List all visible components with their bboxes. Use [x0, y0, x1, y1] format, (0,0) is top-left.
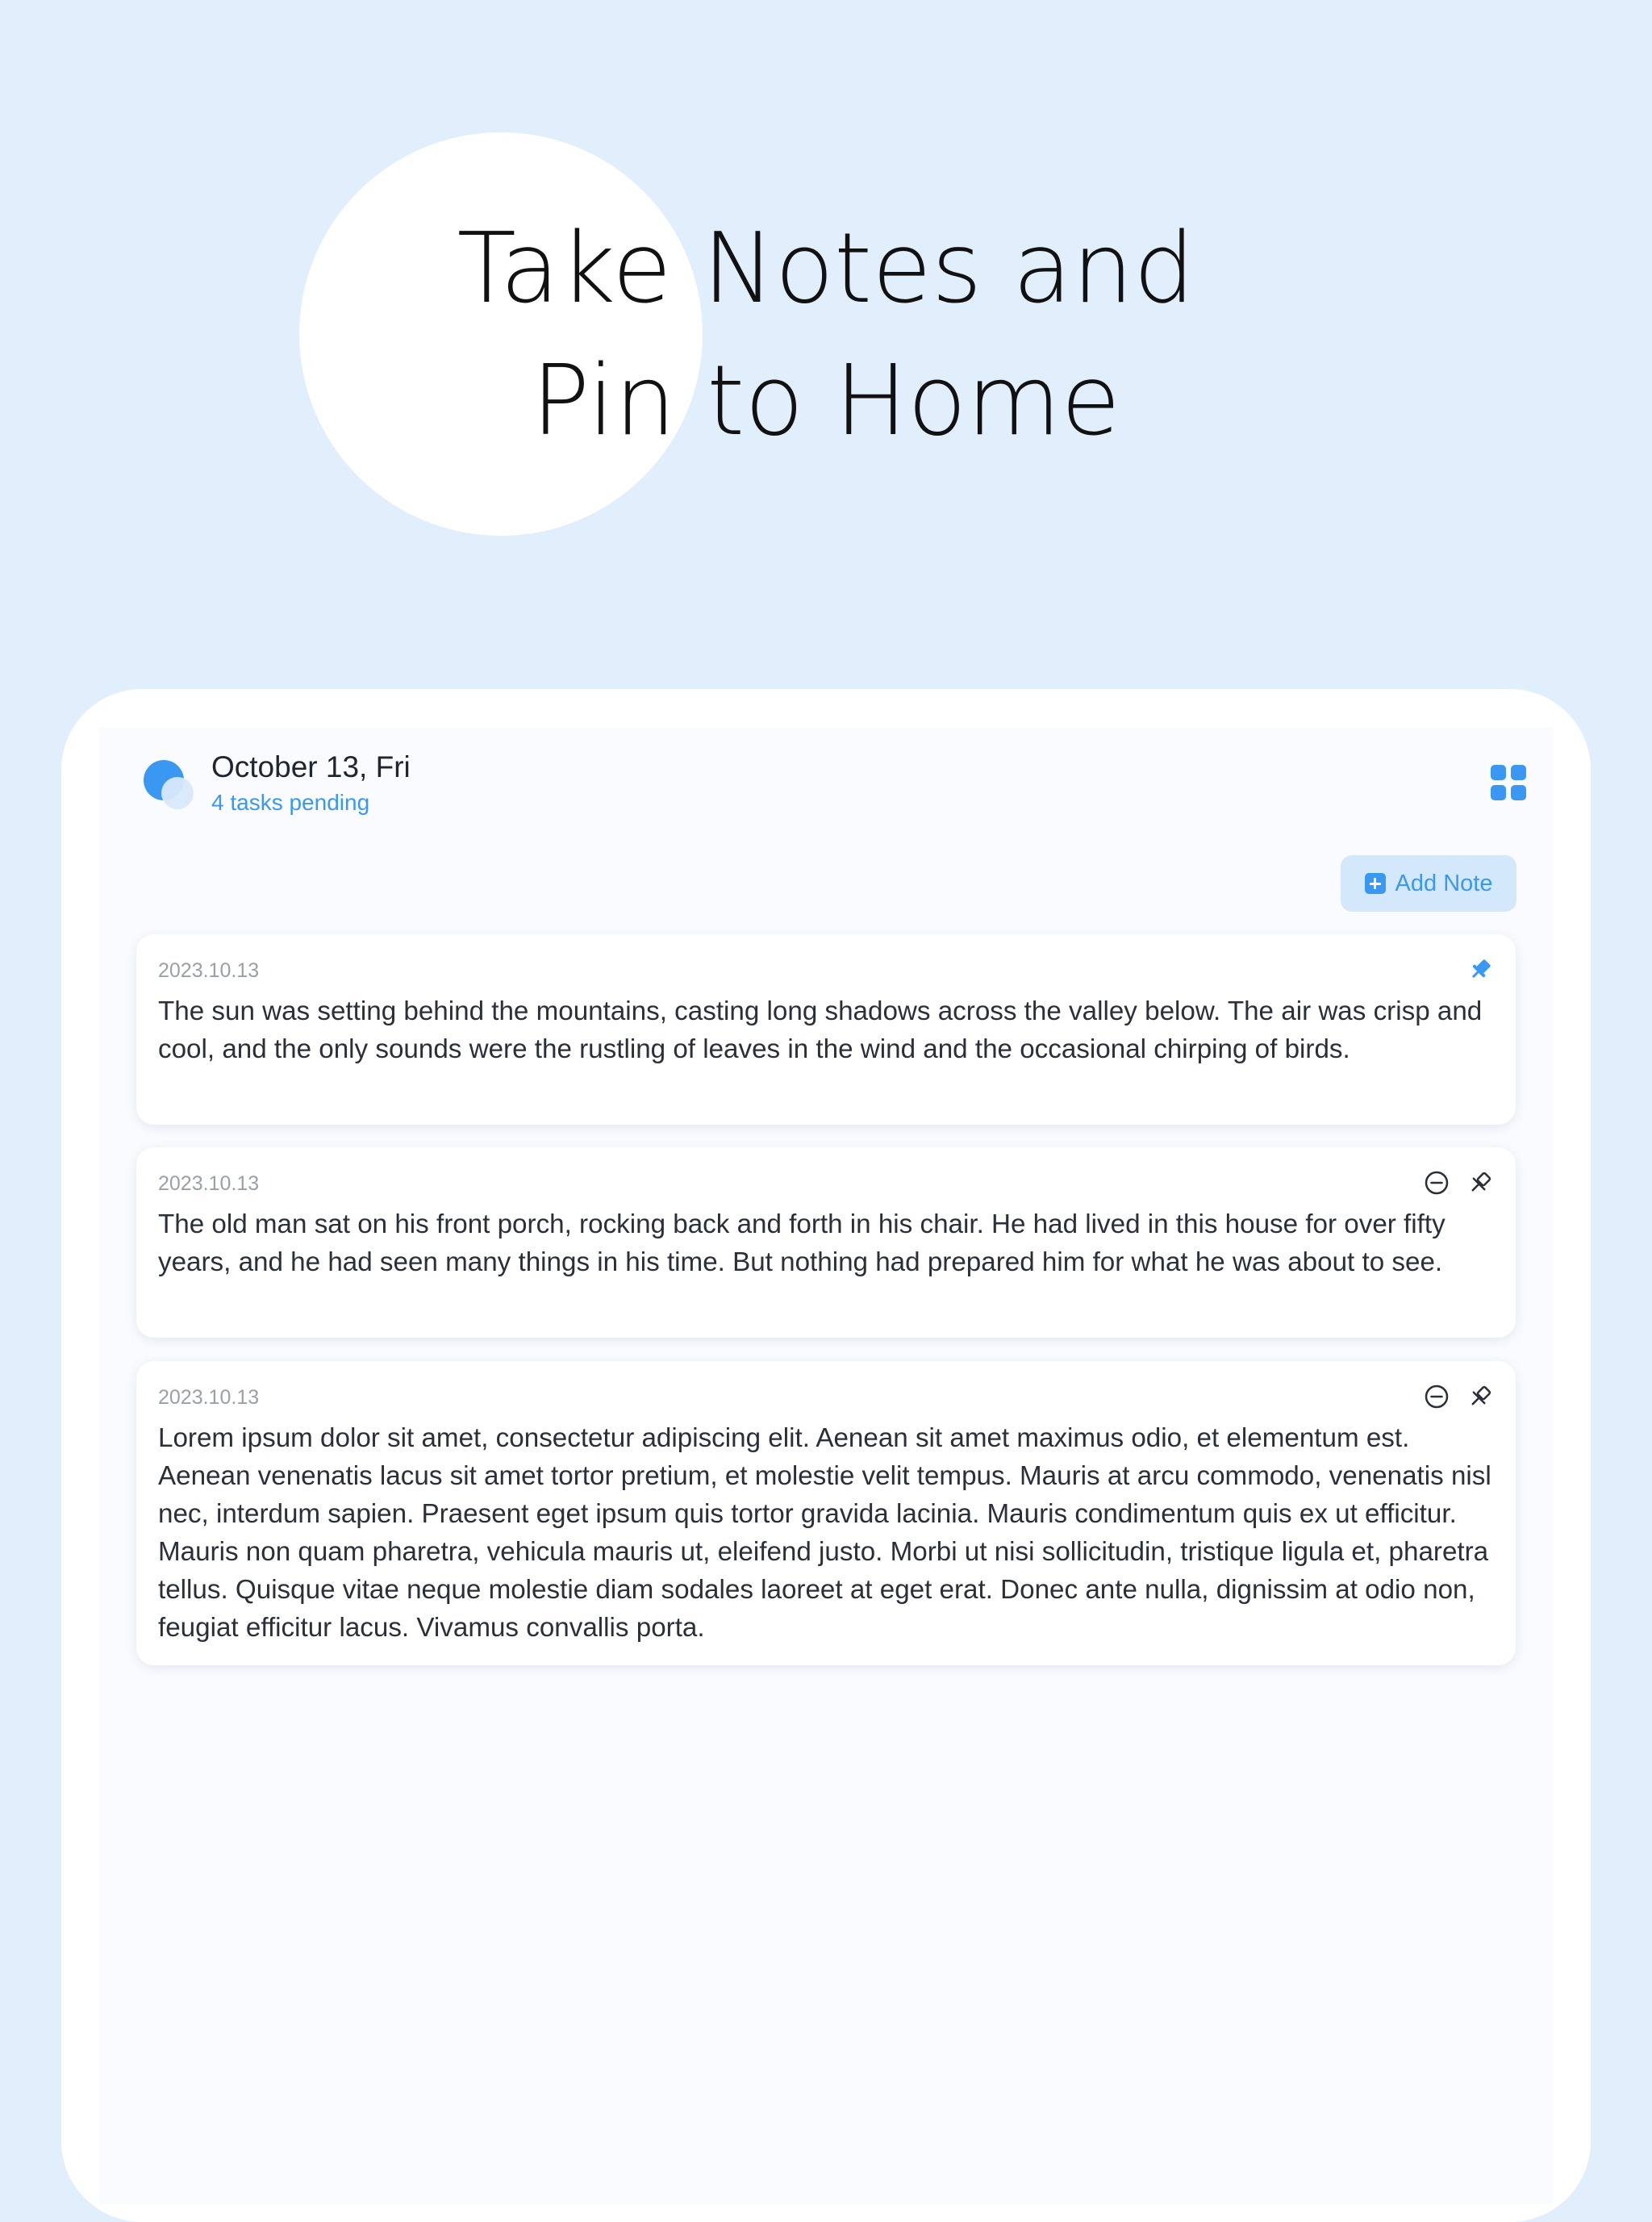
- note-card[interactable]: 2023.10.13 The sun was setting behind th…: [136, 934, 1516, 1125]
- remove-circle-icon[interactable]: [1422, 1382, 1451, 1411]
- tasks-pending-count[interactable]: 4 tasks pending: [211, 788, 369, 817]
- header-date: October 13, Fri: [211, 750, 411, 783]
- hero-title-line-1: Take Notes and: [457, 213, 1195, 325]
- note-card[interactable]: 2023.10.13 Lorem ipsum dolor sit amet, c…: [136, 1361, 1516, 1665]
- add-note-button[interactable]: Add Note: [1341, 855, 1516, 912]
- add-note-label: Add Note: [1395, 870, 1493, 896]
- remove-circle-icon[interactable]: [1422, 1168, 1451, 1197]
- app-logo-icon: [143, 758, 194, 810]
- pin-outline-icon[interactable]: [1466, 1382, 1495, 1411]
- hero-title: Take Notes and Pin to Home: [0, 203, 1652, 468]
- grid-cell: [1491, 765, 1506, 780]
- grid-cell: [1511, 765, 1526, 780]
- grid-icon[interactable]: [1491, 765, 1526, 800]
- note-card[interactable]: 2023.10.13 The old man sat on his front …: [136, 1147, 1516, 1338]
- note-date: 2023.10.13: [158, 1172, 260, 1195]
- grid-cell: [1491, 785, 1506, 800]
- note-text: The sun was setting behind the mountains…: [158, 996, 1483, 1064]
- note-date: 2023.10.13: [158, 1386, 260, 1409]
- note-text: Lorem ipsum dolor sit amet, consectetur …: [158, 1423, 1491, 1643]
- pin-outline-icon[interactable]: [1466, 1168, 1495, 1197]
- grid-cell: [1511, 785, 1526, 800]
- note-text: The old man sat on his front porch, rock…: [158, 1209, 1446, 1277]
- note-date: 2023.10.13: [158, 959, 260, 982]
- hero-title-line-2: Pin to Home: [531, 345, 1121, 457]
- pin-filled-icon[interactable]: [1466, 955, 1495, 984]
- plus-square-icon: [1364, 873, 1386, 894]
